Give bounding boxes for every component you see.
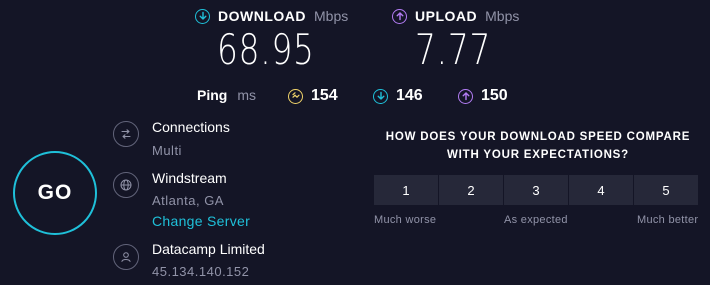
ping-row: Ping ms [197,87,256,103]
connections-title: Connections [152,119,230,135]
survey-question: HOW DOES YOUR DOWNLOAD SPEED COMPARE WIT… [368,128,708,164]
rating-label-low: Much worse [374,214,437,226]
upload-label: UPLOAD [415,8,478,24]
isp-name: Windstream [152,170,227,186]
host-name: Datacamp Limited [152,241,265,257]
upload-unit: Mbps [485,8,520,24]
rating-option-3[interactable]: 3 [504,175,568,205]
change-server-link[interactable]: Change Server [152,213,250,229]
rating-option-4[interactable]: 4 [569,175,633,205]
ping-idle-icon [288,88,303,104]
upload-arrow-icon [392,8,407,24]
ping-upload-icon [458,88,473,104]
rating-option-5[interactable]: 5 [634,175,698,205]
rating-label-high: Much better [637,214,699,226]
isp-location: Atlanta, GA [152,193,224,208]
ping-download: 146 [373,87,423,105]
connections-icon[interactable] [113,121,139,147]
globe-icon [113,172,139,198]
upload-header: UPLOAD Mbps [392,8,519,24]
user-icon [113,244,139,270]
rating-option-1[interactable]: 1 [374,175,438,205]
ping-download-icon [373,88,388,104]
download-arrow-icon [195,8,210,24]
go-button[interactable]: GO [13,151,97,235]
download-unit: Mbps [314,8,349,24]
ping-idle-value: 154 [311,87,338,104]
ping-upload: 150 [458,87,508,105]
survey-rating-scale: 1 2 3 4 5 [374,175,698,205]
rating-option-2[interactable]: 2 [439,175,503,205]
ping-label: Ping [197,87,228,103]
download-label: DOWNLOAD [218,8,306,24]
survey-question-line1: HOW DOES YOUR DOWNLOAD SPEED COMPARE [385,131,691,143]
download-header: DOWNLOAD Mbps [195,8,348,24]
ping-download-value: 146 [396,87,423,104]
rating-label-mid: As expected [504,214,568,226]
ping-unit: ms [237,87,257,103]
ping-upload-value: 150 [481,87,508,104]
survey-question-line2: WITH YOUR EXPECTATIONS? [447,149,629,161]
upload-speed-value: 7.77 [415,25,492,74]
download-speed-value: 68.95 [217,25,315,74]
connections-value: Multi [152,143,182,158]
ping-idle: 154 [288,87,338,105]
host-ip: 45.134.140.152 [152,264,250,279]
